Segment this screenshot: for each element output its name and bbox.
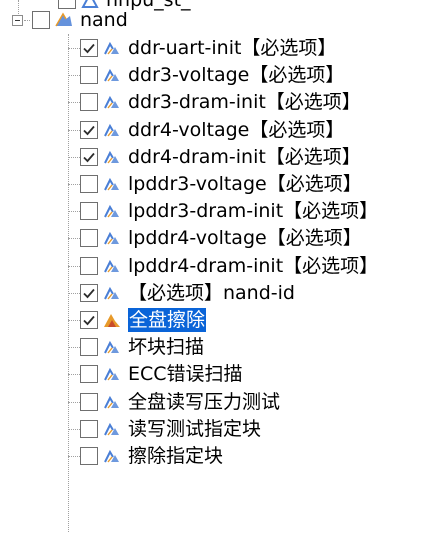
tree-connector-root xyxy=(18,0,19,14)
tree-item[interactable]: lpddr4-dram-init【必选项】 xyxy=(80,252,378,280)
tree-connector-item xyxy=(68,266,80,267)
tree-item-label: 【必选项】nand-id xyxy=(128,282,295,304)
warning-icon xyxy=(104,231,119,245)
warning-icon xyxy=(104,395,119,409)
warning-icon xyxy=(104,177,119,191)
tree-item[interactable]: 擦除指定块 xyxy=(80,442,223,470)
tree-item[interactable]: 坏块扫描 xyxy=(80,333,204,361)
checkbox-checked[interactable] xyxy=(80,148,98,166)
tree-connector-item xyxy=(68,429,80,430)
warning-icon xyxy=(104,204,119,218)
tree-view: nnpu_st_ nand ddr-uart-init【必选项】 ddr3-vol… xyxy=(0,0,432,551)
tree-item[interactable]: 读写测试指定块 xyxy=(80,415,261,443)
tree-connector-item xyxy=(68,130,80,131)
tree-item-label: 全盘读写压力测试 xyxy=(128,391,281,413)
checkbox-unchecked[interactable] xyxy=(80,175,98,193)
tree-item-label: 坏块扫描 xyxy=(128,336,205,358)
checkbox-unchecked[interactable] xyxy=(80,447,98,465)
tree-item[interactable]: ECC错误扫描 xyxy=(80,360,243,388)
checkbox-nand[interactable] xyxy=(32,11,50,29)
warning-icon xyxy=(104,286,119,300)
checkbox-unchecked[interactable] xyxy=(80,365,98,383)
checkbox-unchecked[interactable] xyxy=(80,202,98,220)
tree-node-nand-label: nand xyxy=(80,9,128,31)
checkbox-unchecked[interactable] xyxy=(80,229,98,247)
tree-item-label: 全盘擦除 xyxy=(128,308,207,332)
checkbox-unchecked[interactable] xyxy=(80,393,98,411)
tree-item[interactable]: ddr4-voltage【必选项】 xyxy=(80,116,344,144)
tree-connector-item xyxy=(68,102,80,103)
tree-connector-item xyxy=(68,374,80,375)
tree-item-label: lpddr4-dram-init【必选项】 xyxy=(128,255,379,277)
tree-connector-item xyxy=(68,211,80,212)
tree-connector-item xyxy=(68,402,80,403)
tree-item[interactable]: lpddr3-voltage【必选项】 xyxy=(80,170,362,198)
warning-icon xyxy=(104,367,119,381)
checkbox-checked[interactable] xyxy=(80,284,98,302)
checkbox-unchecked[interactable] xyxy=(80,257,98,275)
warning-icon xyxy=(104,95,119,109)
tree-item[interactable]: ddr3-voltage【必选项】 xyxy=(80,61,344,89)
tree-connector-item xyxy=(68,456,80,457)
tree-connector-item xyxy=(68,238,80,239)
tree-item-label: ddr4-voltage【必选项】 xyxy=(128,119,345,141)
tree-item-label: 读写测试指定块 xyxy=(128,418,262,440)
tree-item-label: ddr4-dram-init【必选项】 xyxy=(128,146,361,168)
tree-item[interactable]: ddr3-dram-init【必选项】 xyxy=(80,88,361,116)
checkbox-unchecked[interactable] xyxy=(80,420,98,438)
tree-connector-item xyxy=(68,157,80,158)
tree-connector-item xyxy=(68,347,80,348)
tree-item-label: lpddr3-voltage【必选项】 xyxy=(128,173,362,195)
tree-connector-item xyxy=(68,320,80,321)
warning-icon xyxy=(104,123,119,137)
tree-item-label: ddr-uart-init【必选项】 xyxy=(128,37,337,59)
tree-item[interactable]: 【必选项】nand-id xyxy=(80,279,295,307)
checkbox-checked[interactable] xyxy=(80,311,98,329)
checkbox-checked[interactable] xyxy=(80,39,98,57)
checkmark-icon xyxy=(83,288,95,299)
warning-icon xyxy=(104,150,119,164)
tree-item[interactable]: ddr-uart-init【必选项】 xyxy=(80,34,336,62)
tree-item-label: ddr3-dram-init【必选项】 xyxy=(128,91,361,113)
tree-connector-item xyxy=(68,48,80,49)
checkmark-icon xyxy=(83,43,95,54)
tree-item-label: lpddr3-dram-init【必选项】 xyxy=(128,200,379,222)
tree-item[interactable]: 全盘读写压力测试 xyxy=(80,388,280,416)
warning-icon xyxy=(104,340,119,354)
checkbox-unchecked[interactable] xyxy=(80,66,98,84)
checkmark-icon xyxy=(83,125,95,136)
tree-connector-root-h xyxy=(24,20,30,21)
checkmark-icon xyxy=(83,152,95,163)
warning-icon xyxy=(104,422,119,436)
tree-item-label: ECC错误扫描 xyxy=(128,363,243,385)
tree-connector-item xyxy=(68,293,80,294)
tree-item[interactable]: ddr4-dram-init【必选项】 xyxy=(80,143,361,171)
checkbox-checked[interactable] xyxy=(80,121,98,139)
tree-connector-children xyxy=(68,34,69,532)
checkmark-icon xyxy=(83,315,95,326)
checkbox-unchecked[interactable] xyxy=(80,93,98,111)
tree-node-nand[interactable]: nand xyxy=(32,6,128,34)
warning-icon xyxy=(104,314,120,327)
tree-item[interactable]: 全盘擦除 xyxy=(80,306,207,334)
tree-item-label: lpddr4-voltage【必选项】 xyxy=(128,227,362,249)
warning-icon xyxy=(104,68,119,82)
tree-item-label: ddr3-voltage【必选项】 xyxy=(128,64,345,86)
checkbox-unchecked[interactable] xyxy=(80,338,98,356)
tree-item[interactable]: lpddr3-dram-init【必选项】 xyxy=(80,197,378,225)
tree-connector-item xyxy=(68,75,80,76)
tree-item[interactable]: lpddr4-voltage【必选项】 xyxy=(80,224,362,252)
tree-item-label: 擦除指定块 xyxy=(128,445,224,467)
warning-icon xyxy=(104,41,119,55)
collapse-toggle[interactable] xyxy=(12,15,23,26)
folder-icon xyxy=(55,12,72,27)
tree-connector-item xyxy=(68,184,80,185)
warning-icon xyxy=(104,259,119,273)
warning-icon xyxy=(104,449,119,463)
